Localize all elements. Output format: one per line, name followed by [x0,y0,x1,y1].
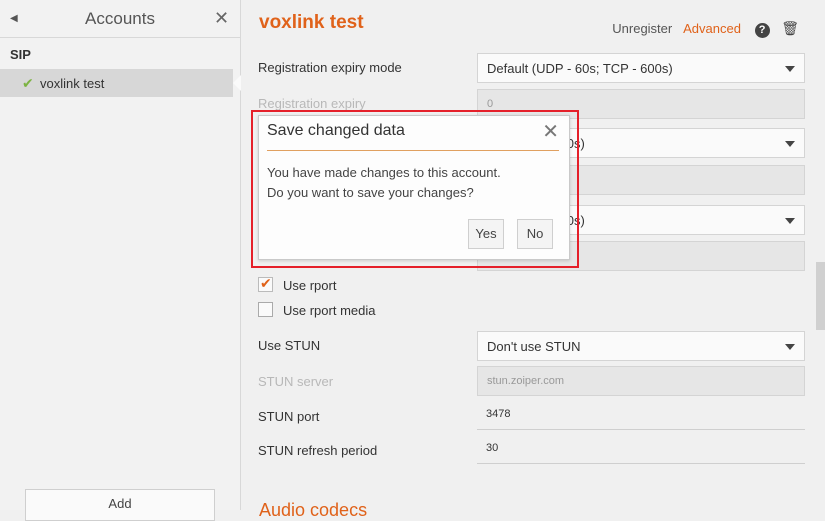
checkmark-icon: ✔ [22,75,34,91]
stun-port-label: STUN port [258,409,320,424]
use-rport-media-checkbox[interactable] [258,302,273,317]
field-value: 0 [487,98,494,110]
chevron-down-icon [785,344,795,350]
trash-icon[interactable]: 🗑︎ [781,20,799,37]
sidebar-title: Accounts [85,9,155,28]
use-rport-checkbox[interactable]: ✔ [258,275,273,292]
stun-refresh-label: STUN refresh period [258,443,378,458]
sidebar-header: ◀ Accounts ✕ [0,0,240,38]
use-rport-label: Use rport [283,278,337,293]
sidebar-section-sip: SIP [10,47,31,62]
use-stun-label: Use STUN [258,338,321,353]
use-stun-select[interactable]: Don't use STUN [477,331,805,361]
highlight-box [251,110,579,268]
close-icon[interactable]: ✕ [214,8,229,29]
select-value: Default (UDP - 60s; TCP - 600s) [487,61,673,76]
chevron-down-icon [785,66,795,72]
accounts-sidebar: ◀ Accounts ✕ SIP ✔ voxlink test Add [0,0,241,521]
chevron-down-icon [785,218,795,224]
add-account-button[interactable]: Add [25,489,215,521]
sidebar-item-account[interactable]: ✔ voxlink test [0,69,233,97]
scrollbar-thumb[interactable] [816,262,825,330]
stun-server-label: STUN server [258,374,334,389]
audio-codecs-heading: Audio codecs [259,500,368,520]
field-value: 3478 [486,408,511,420]
selection-caret [233,75,241,91]
reg-expiry-mode-select[interactable]: Default (UDP - 60s; TCP - 600s) [477,53,805,83]
field-value: 30 [486,442,499,454]
stun-server-field[interactable]: stun.zoiper.com [477,366,805,396]
check-icon: ✔ [260,275,272,291]
page-title: voxlink test [259,12,364,33]
help-icon[interactable]: ? [754,23,770,38]
sidebar-item-label: voxlink test [40,76,105,91]
select-value: Don't use STUN [487,339,581,354]
stun-port-field[interactable]: 3478 [477,400,805,430]
reg-expiry-mode-label: Registration expiry mode [258,60,402,75]
stun-refresh-field[interactable]: 30 [477,434,805,464]
unregister-link[interactable]: Unregister [612,21,672,36]
header-actions: Unregister Advanced ? 🗑︎ [612,20,799,38]
reg-expiry-label: Registration expiry [258,96,366,111]
chevron-down-icon [785,141,795,147]
use-rport-media-label: Use rport media [283,303,376,318]
field-placeholder: stun.zoiper.com [487,375,565,387]
advanced-link[interactable]: Advanced [683,21,741,36]
